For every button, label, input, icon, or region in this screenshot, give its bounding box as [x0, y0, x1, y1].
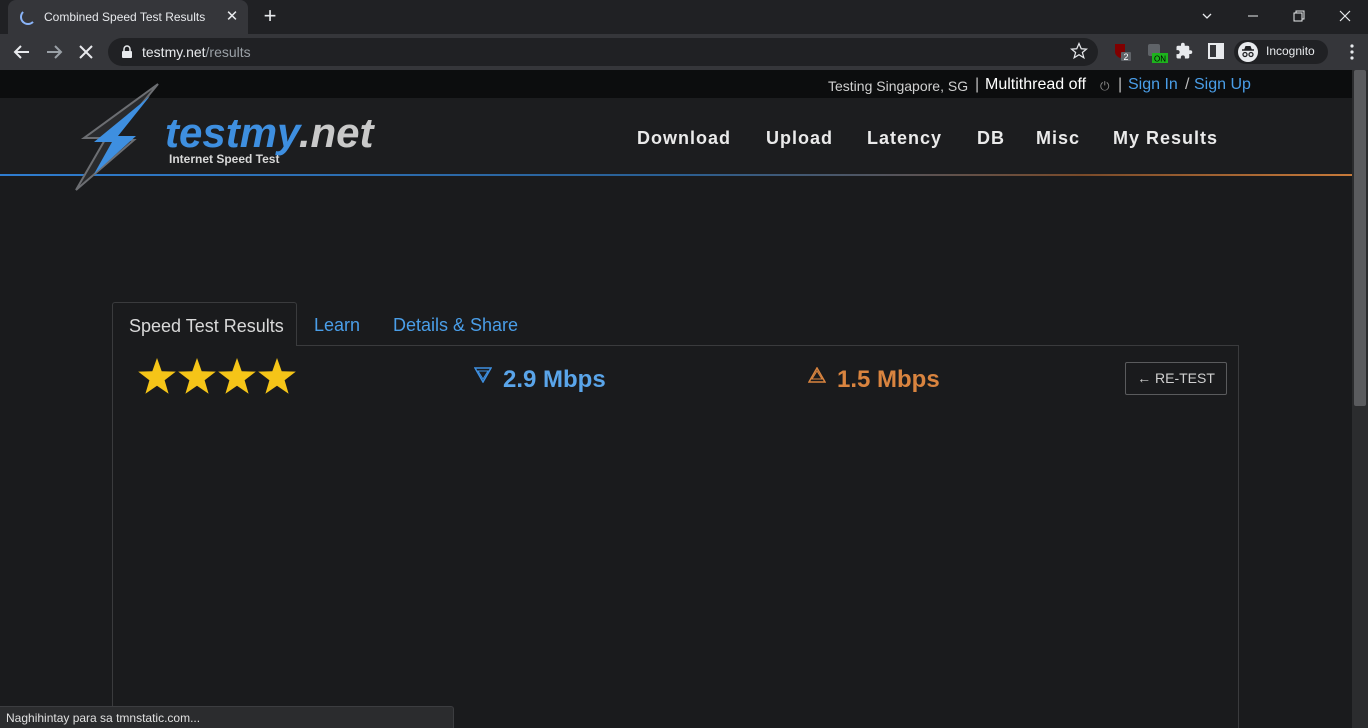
- url-text[interactable]: testmy.net/results: [142, 44, 251, 60]
- sign-in-link[interactable]: Sign In: [1128, 76, 1178, 94]
- lock-icon[interactable]: [121, 45, 133, 64]
- forward-arrow-icon[interactable]: [42, 40, 66, 64]
- multithread-toggle[interactable]: Multithread off: [985, 76, 1086, 94]
- logo-tld: .net: [298, 109, 374, 156]
- logo-tagline: Internet Speed Test: [169, 152, 280, 166]
- back-arrow-icon[interactable]: [10, 40, 34, 64]
- star-icon: [138, 358, 176, 394]
- topbar-separator: |: [1118, 76, 1123, 93]
- tab-search-icon[interactable]: [1184, 0, 1230, 32]
- retest-button[interactable]: ← RE-TEST: [1125, 362, 1227, 395]
- incognito-label: Incognito: [1266, 44, 1315, 58]
- star-icon: [258, 358, 296, 394]
- testing-location[interactable]: Testing Singapore, SG: [828, 78, 968, 94]
- side-panel-icon[interactable]: [1207, 42, 1227, 62]
- logo-wordmark[interactable]: testmy.net: [165, 112, 374, 154]
- results-panel: [112, 345, 1239, 728]
- browser-status-bar: Naghihintay para sa tmnstatic.com...: [0, 706, 454, 728]
- nav-misc[interactable]: Misc: [1036, 128, 1080, 149]
- star-icon: [218, 358, 256, 394]
- toggle-badge: ON: [1154, 55, 1166, 64]
- minimize-button[interactable]: [1230, 0, 1276, 32]
- extensions-puzzle-icon[interactable]: [1175, 42, 1195, 62]
- active-tab-cover: [113, 344, 296, 346]
- nav-upload[interactable]: Upload: [766, 128, 833, 149]
- browser-tab[interactable]: Combined Speed Test Results ✕: [8, 0, 248, 34]
- header-divider: [0, 174, 1352, 176]
- upload-speed: 1.5 Mbps: [837, 366, 940, 393]
- tab-details-share[interactable]: Details & Share: [393, 302, 518, 346]
- url-path: /results: [205, 44, 251, 60]
- incognito-profile-button[interactable]: Incognito: [1234, 40, 1328, 64]
- nav-latency[interactable]: Latency: [867, 128, 942, 149]
- tab-close-icon[interactable]: ✕: [222, 7, 242, 27]
- tab-speed-test-results[interactable]: Speed Test Results: [112, 302, 297, 346]
- download-speed: 2.9 Mbps: [503, 366, 606, 393]
- restore-button[interactable]: [1276, 0, 1322, 32]
- bookmark-star-icon[interactable]: [1069, 41, 1089, 65]
- sign-up-link[interactable]: Sign Up: [1194, 76, 1251, 94]
- page-viewport: Testing Singapore, SG | Multithread off …: [0, 70, 1352, 728]
- rating-stars: [138, 357, 298, 402]
- browser-tabstrip: Combined Speed Test Results ✕ +: [0, 0, 1368, 34]
- ublock-badge: 2: [1123, 52, 1128, 62]
- close-window-button[interactable]: [1322, 0, 1368, 32]
- loading-spinner-icon: [20, 9, 36, 25]
- nav-my-results[interactable]: My Results: [1113, 128, 1218, 149]
- incognito-icon: [1238, 42, 1258, 62]
- site-topbar: Testing Singapore, SG | Multithread off …: [0, 70, 1352, 98]
- browser-menu-icon[interactable]: [1342, 42, 1362, 62]
- tab-title: Combined Speed Test Results: [44, 10, 206, 24]
- logo-bolt-icon[interactable]: [72, 82, 172, 197]
- star-icon: [178, 358, 216, 394]
- ublock-extension-icon[interactable]: 2: [1112, 42, 1132, 62]
- power-icon[interactable]: ⏻: [1100, 79, 1110, 94]
- nav-db[interactable]: DB: [977, 128, 1005, 149]
- nav-download[interactable]: Download: [637, 128, 731, 149]
- page-scrollbar[interactable]: [1352, 70, 1368, 728]
- status-text: Naghihintay para sa tmnstatic.com...: [6, 711, 201, 725]
- topbar-separator: |: [975, 76, 980, 93]
- scrollbar-thumb[interactable]: [1354, 70, 1366, 406]
- upload-arrow-icon: [807, 366, 827, 388]
- tab-learn[interactable]: Learn: [314, 302, 360, 346]
- download-arrow-icon: [473, 367, 493, 388]
- url-host: testmy.net: [142, 44, 206, 60]
- topbar-slash: /: [1185, 76, 1190, 93]
- address-bar[interactable]: [108, 38, 1098, 66]
- toggle-extension-icon[interactable]: ON: [1146, 42, 1168, 64]
- new-tab-button[interactable]: +: [258, 5, 282, 29]
- stop-loading-icon[interactable]: [74, 40, 98, 64]
- logo-word: testmy: [165, 109, 299, 156]
